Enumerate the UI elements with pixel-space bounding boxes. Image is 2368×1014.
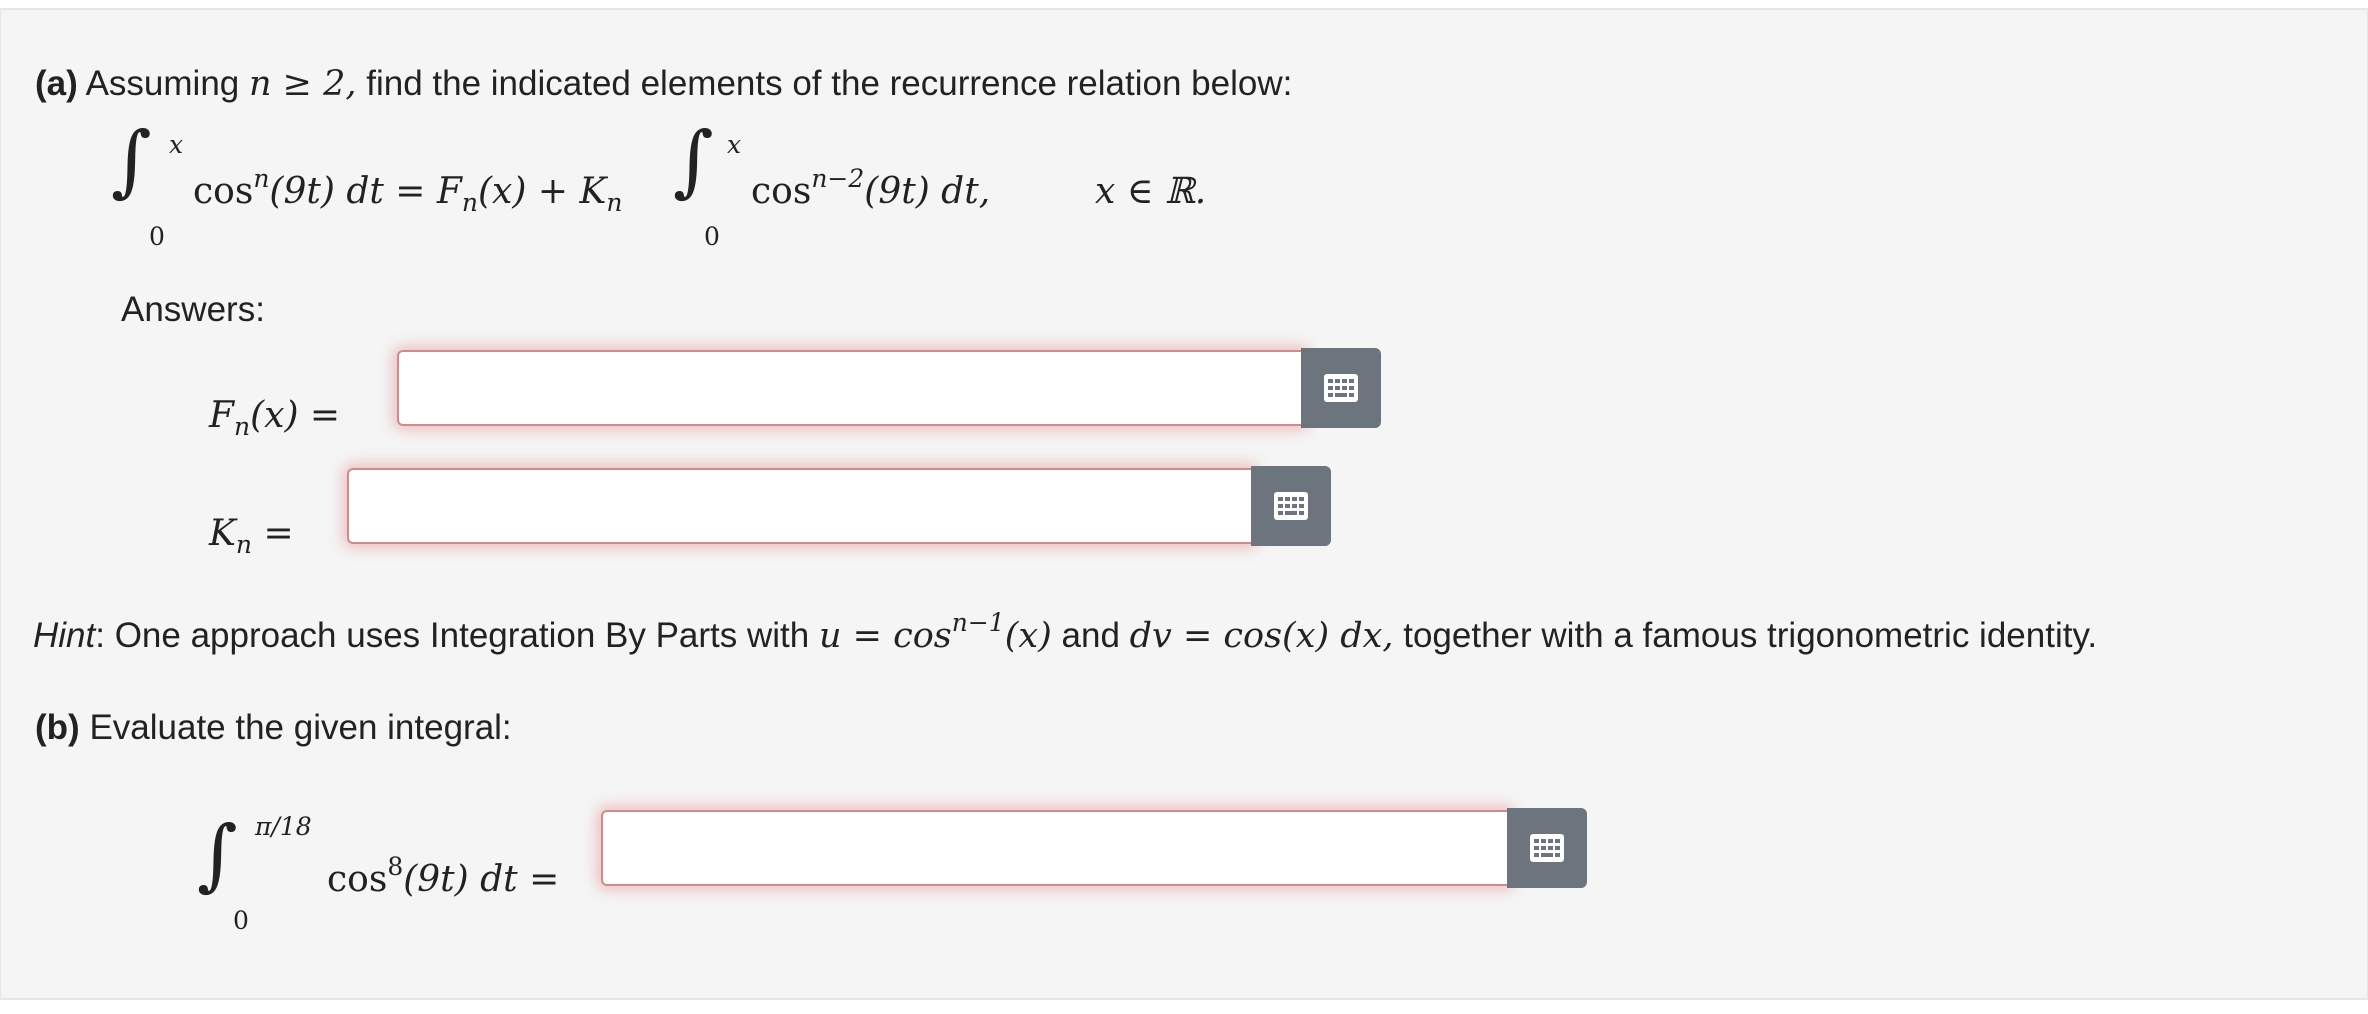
keyboard-grid-icon [1530, 834, 1564, 862]
equals-F: = F [395, 171, 462, 212]
integral-sign-2: ∫ [673, 116, 714, 206]
hint-u: u = cos [818, 616, 952, 656]
integral-sign-b: ∫ [197, 810, 238, 900]
keyboard-grid-icon [1324, 374, 1358, 402]
hint-u-expression: u = cosn−1(x) [818, 610, 1052, 656]
part-a-label: (a) [35, 64, 78, 103]
integrand-2-power: n−2 [811, 164, 865, 193]
integrand-1: cosn(9t) dt = Fn(x) + Kn [193, 166, 622, 215]
domain-statement: x ∈ ℝ. [1095, 171, 1207, 212]
integrand-b-arg: (9t) dt = [403, 859, 560, 900]
integral-1-upper: x [169, 130, 184, 159]
integral-sign-1: ∫ [111, 116, 152, 206]
hint-text-2: together with a famous trigonometric ide… [1403, 616, 2098, 655]
part-a-prefix: Assuming [85, 64, 240, 103]
F-keyboard-button[interactable] [1301, 348, 1381, 428]
F-label-tail: (x) = [250, 395, 341, 436]
F-label-main: F [209, 395, 234, 436]
integrand-b: cos8(9t) dt = [327, 854, 560, 900]
integrand-b-power: 8 [387, 852, 404, 881]
hint-label: Hint [33, 616, 96, 655]
K-label-main: K [209, 513, 236, 554]
integral-b-upper: π/18 [255, 812, 312, 841]
integrand-2-func: cos [751, 171, 812, 212]
hint-text-1: : One approach uses Integration By Parts… [95, 616, 810, 655]
part-a-condition: n ≥ 2, [248, 64, 357, 104]
K-label-tail: = [263, 513, 294, 554]
K-label-sub: n [235, 530, 253, 559]
part-b-label: (b) [35, 708, 80, 747]
F-subscript: n [461, 188, 478, 217]
hint-dv-expression: dv = cos(x) dx, [1129, 616, 1394, 656]
integral-1-lower: 0 [149, 222, 165, 251]
answers-label: Answers: [121, 290, 265, 329]
integrand-1-func: cos [193, 171, 254, 212]
K-input-label: Kn = [209, 513, 294, 558]
K-answer-input[interactable] [347, 468, 1253, 544]
integrand-2: cosn−2(9t) dt, [751, 166, 991, 212]
integrand-1-power: n [253, 164, 270, 193]
integrand-2-arg: (9t) dt, [864, 171, 991, 212]
hint-text: Hint: One approach uses Integration By P… [33, 610, 2098, 656]
part-a-suffix: find the indicated elements of the recur… [366, 64, 1293, 103]
K-keyboard-button[interactable] [1251, 466, 1331, 546]
keyboard-grid-icon [1274, 492, 1308, 520]
part-b-prompt: (b) Evaluate the given integral: [35, 710, 512, 745]
F-answer-input[interactable] [397, 350, 1303, 426]
question-panel: (a) Assuming n ≥ 2, find the indicated e… [0, 8, 2368, 1000]
F-argument: (x) + K [478, 171, 607, 212]
hint-u-arg: (x) [1004, 616, 1052, 656]
hint-and: and [1061, 616, 1120, 655]
integrand-b-func: cos [327, 859, 388, 900]
integral-2-lower: 0 [704, 222, 720, 251]
integral-2-upper: x [727, 130, 742, 159]
part-a-prompt: (a) Assuming n ≥ 2, find the indicated e… [35, 66, 1292, 102]
integral-keyboard-button[interactable] [1507, 808, 1587, 888]
integral-b-lower: 0 [233, 906, 249, 935]
part-b-text: Evaluate the given integral: [89, 708, 512, 747]
K-subscript: n [606, 188, 623, 217]
integrand-1-arg: (9t) dt [269, 171, 384, 212]
integral-answer-input[interactable] [601, 810, 1509, 886]
F-label-sub: n [233, 412, 251, 441]
F-input-label: Fn(x) = [209, 395, 341, 440]
hint-u-power: n−1 [951, 608, 1005, 637]
